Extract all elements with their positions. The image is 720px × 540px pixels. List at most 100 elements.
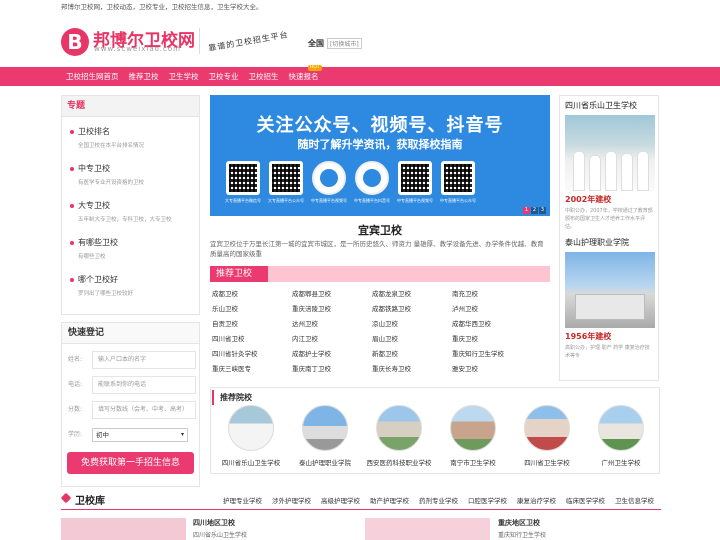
school-photo[interactable]	[565, 252, 655, 328]
school-link[interactable]: 重庆南丁卫校	[292, 363, 372, 373]
school-card[interactable]: 南宁市卫生学校	[436, 405, 510, 467]
topic-item[interactable]: 哪个卫校好 罗列出了哪些卫校较好	[62, 274, 199, 302]
city-switch-button[interactable]: [切换城市]	[327, 38, 362, 49]
school-link[interactable]: 成都铁路卫校	[372, 303, 452, 313]
topic-title[interactable]: 中专卫校	[78, 163, 199, 174]
region-school[interactable]: 四川省乐山卫生学校	[193, 530, 247, 539]
library-link[interactable]: 助产护理学校	[370, 495, 409, 505]
school-name[interactable]: 四川省卫生学校	[510, 457, 584, 467]
library-link[interactable]: 口腔医学学校	[468, 495, 507, 505]
library-link[interactable]: 护理专业学校	[223, 495, 262, 505]
school-link[interactable]: 雅安卫校	[452, 363, 532, 373]
school-card[interactable]: 泰山护理职业学院	[288, 405, 362, 467]
school-name[interactable]: 广州卫生学校	[584, 457, 658, 467]
school-link[interactable]: 重庆长寿卫校	[372, 363, 452, 373]
school-link[interactable]: 成都华西卫校	[452, 318, 532, 328]
phone-input[interactable]: 能联系到你的电话	[92, 376, 196, 394]
score-row: 分数: 填写分数线（会考、中考、高考）	[68, 401, 196, 419]
school-link[interactable]: 新都卫校	[372, 348, 452, 358]
score-input[interactable]: 填写分数线（会考、中考、高考）	[92, 401, 196, 419]
nav-item-admissions[interactable]: 卫校招生	[244, 67, 284, 86]
school-link[interactable]: 自贡卫校	[212, 318, 292, 328]
qr-caption: 中专直播平台抖音号	[354, 198, 390, 203]
region-image[interactable]	[365, 518, 490, 540]
header: B 邦博尔卫校网 www.scweixiao.com 靠谱的卫校招生平台 全国[…	[61, 22, 661, 62]
topic-item[interactable]: 卫校排名 全国卫校在本平台排名情况	[62, 126, 199, 154]
topic-item[interactable]: 中专卫校 有医学专业开设资格的卫校	[62, 163, 199, 191]
logo-icon[interactable]: B	[61, 28, 89, 56]
school-photo[interactable]	[565, 115, 655, 191]
qr-code-icon	[441, 161, 475, 195]
special-title: 专题	[62, 96, 199, 117]
school-link[interactable]: 成都龙泉卫校	[372, 288, 452, 298]
school-thumbnail[interactable]	[450, 405, 496, 451]
library-link[interactable]: 涉外护理学校	[272, 495, 311, 505]
topic-desc: 全国卫校在本平台排名情况	[78, 143, 145, 149]
school-link[interactable]: 南充卫校	[452, 288, 532, 298]
right-school-title[interactable]: 四川省乐山卫生学校	[560, 96, 658, 115]
qr-code-icon	[226, 161, 260, 195]
library-link[interactable]: 卫生信息学校	[615, 495, 654, 505]
school-link[interactable]: 内江卫校	[292, 333, 372, 343]
library-link[interactable]: 药剂专业学校	[419, 495, 458, 505]
school-card[interactable]: 四川省卫生学校	[510, 405, 584, 467]
topic-title[interactable]: 卫校排名	[78, 126, 199, 137]
region-image[interactable]	[61, 518, 186, 540]
region-title[interactable]: 四川地区卫校	[193, 518, 247, 528]
school-name[interactable]: 南宁市卫生学校	[436, 457, 510, 467]
school-link[interactable]: 四川省针灸学校	[212, 348, 292, 358]
topic-title[interactable]: 大专卫校	[78, 200, 199, 211]
school-link[interactable]: 成都卫校	[212, 288, 292, 298]
promo-banner[interactable]: 关注公众号、视频号、抖音号 随时了解升学资讯，获取择校指南 大专直播平台微信号 …	[210, 95, 550, 216]
school-card[interactable]: 西安医药科技职业学校	[362, 405, 436, 467]
name-label: 姓名:	[68, 356, 83, 363]
banner-dot[interactable]: 2	[531, 207, 538, 214]
school-link[interactable]: 成都郫县卫校	[292, 288, 372, 298]
topic-title[interactable]: 哪个卫校好	[78, 274, 199, 285]
school-name[interactable]: 四川省乐山卫生学校	[214, 457, 288, 467]
library-link[interactable]: 康复治疗学校	[517, 495, 556, 505]
banner-dot[interactable]: 3	[539, 207, 546, 214]
featured-school-title[interactable]: 宜宾卫校	[210, 222, 550, 238]
school-thumbnail[interactable]	[228, 405, 274, 451]
school-name[interactable]: 西安医药科技职业学校	[362, 457, 436, 467]
name-input[interactable]: 输入户口本的名字	[92, 351, 196, 369]
school-link[interactable]: 重庆知行卫生学校	[452, 348, 532, 358]
school-name[interactable]: 泰山护理职业学院	[288, 457, 362, 467]
school-thumbnail[interactable]	[598, 405, 644, 451]
submit-button[interactable]: 免费获取第一手招生信息	[67, 452, 194, 474]
school-link[interactable]: 达州卫校	[292, 318, 372, 328]
school-card[interactable]: 四川省乐山卫生学校	[214, 405, 288, 467]
region-title[interactable]: 重庆地区卫校	[498, 518, 546, 528]
nav-item-home[interactable]: 卫校招生网首页	[61, 67, 124, 86]
nav-item-recommended[interactable]: 推荐卫校	[124, 67, 164, 86]
topic-title[interactable]: 有哪些卫校	[78, 237, 199, 248]
school-link[interactable]: 重庆涪陵卫校	[292, 303, 372, 313]
topic-item[interactable]: 有哪些卫校 有哪些卫校	[62, 237, 199, 265]
library-categories: 护理专业学校 涉外护理学校 高级护理学校 助产护理学校 药剂专业学校 口腔医学学…	[223, 495, 654, 505]
banner-dot[interactable]: 1	[523, 207, 530, 214]
school-thumbnail[interactable]	[524, 405, 570, 451]
nav-item-majors[interactable]: 卫校专业	[204, 67, 244, 86]
topic-desc: 五年制大专卫校，专科卫校，大专卫校	[78, 217, 172, 223]
topic-item[interactable]: 大专卫校 五年制大专卫校，专科卫校，大专卫校	[62, 200, 199, 228]
school-link[interactable]: 眉山卫校	[372, 333, 452, 343]
edu-select[interactable]: 初中 ▾	[92, 428, 188, 442]
school-link[interactable]: 重庆三峡医专	[212, 363, 292, 373]
school-link[interactable]: 重庆卫校	[452, 333, 532, 343]
school-link[interactable]: 泸州卫校	[452, 303, 532, 313]
school-link[interactable]: 四川省卫校	[212, 333, 292, 343]
library-link[interactable]: 高级护理学校	[321, 495, 360, 505]
school-thumbnail[interactable]	[302, 405, 348, 451]
school-thumbnail[interactable]	[376, 405, 422, 451]
nav-item-schools[interactable]: 卫生学校	[164, 67, 204, 86]
region-school[interactable]: 重庆知行卫生学校	[498, 530, 546, 539]
school-link[interactable]: 成都护士学校	[292, 348, 372, 358]
nav-item-quick-signup[interactable]: 快速报名 HOT	[284, 65, 324, 86]
qr-caption: 中专直播平台视频号	[397, 198, 433, 203]
right-school-title[interactable]: 泰山护理职业学院	[560, 233, 658, 252]
school-link[interactable]: 凉山卫校	[372, 318, 452, 328]
school-card[interactable]: 广州卫生学校	[584, 405, 658, 467]
library-link[interactable]: 临床医学学校	[566, 495, 605, 505]
school-link[interactable]: 乐山卫校	[212, 303, 292, 313]
